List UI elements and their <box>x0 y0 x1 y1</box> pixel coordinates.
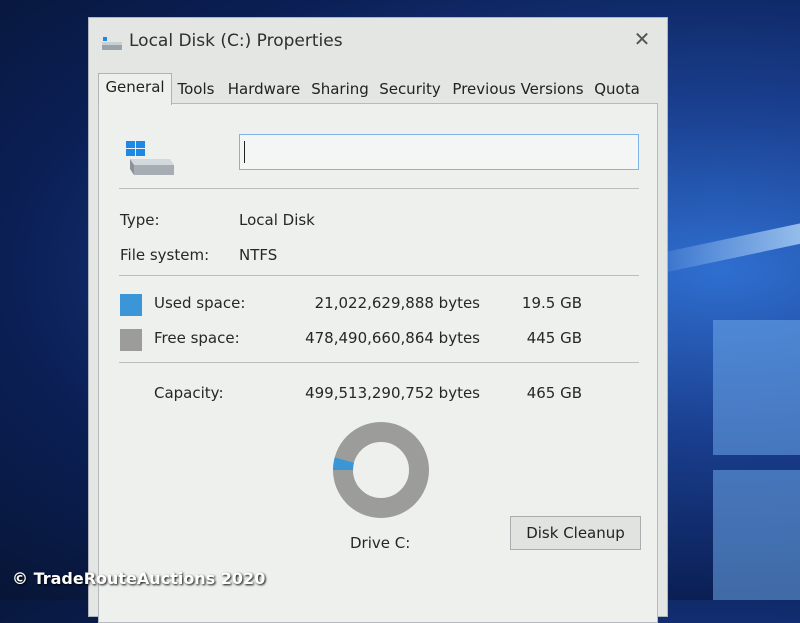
divider <box>119 275 639 276</box>
drive-icon <box>126 141 174 175</box>
desktop-logo-pane <box>713 470 800 600</box>
properties-dialog: Local Disk (C:) Properties ✕ General Too… <box>88 17 668 623</box>
tab-previous-versions[interactable]: Previous Versions <box>448 76 588 103</box>
divider <box>119 362 639 363</box>
capacity-bytes: 499,513,290,752 bytes <box>305 384 480 402</box>
free-space-bytes: 478,490,660,864 bytes <box>305 329 480 347</box>
free-space-label: Free space: <box>154 329 240 347</box>
text-caret <box>244 141 245 163</box>
disk-usage-donut <box>333 422 429 518</box>
desktop-logo-pane <box>713 320 800 455</box>
tab-sharing[interactable]: Sharing <box>309 76 371 103</box>
disk-cleanup-button[interactable]: Disk Cleanup <box>510 516 641 550</box>
general-tab-panel: Type: Local Disk File system: NTFS Used … <box>98 103 658 623</box>
free-space-ring <box>333 422 429 518</box>
tab-security[interactable]: Security <box>378 76 442 103</box>
free-space-size: 445 GB <box>526 329 582 347</box>
divider <box>119 188 639 189</box>
type-label: Type: <box>120 211 160 229</box>
window-title: Local Disk (C:) Properties <box>129 31 343 51</box>
tab-hardware[interactable]: Hardware <box>226 76 302 103</box>
watermark: © TradeRouteAuctions 2020 <box>12 569 266 588</box>
file-system-label: File system: <box>120 246 210 264</box>
drive-label: Drive C: <box>350 534 411 552</box>
used-space-swatch <box>120 294 142 316</box>
file-system-value: NTFS <box>239 246 278 264</box>
title-bar[interactable]: Local Disk (C:) Properties ✕ <box>89 18 667 68</box>
used-space-bytes: 21,022,629,888 bytes <box>314 294 480 312</box>
tab-tools[interactable]: Tools <box>174 76 218 103</box>
capacity-size: 465 GB <box>526 384 582 402</box>
used-space-label: Used space: <box>154 294 246 312</box>
free-space-swatch <box>120 329 142 351</box>
volume-label-input[interactable] <box>239 134 639 170</box>
tab-general[interactable]: General <box>98 73 172 105</box>
used-space-size: 19.5 GB <box>521 294 582 312</box>
close-icon[interactable]: ✕ <box>629 26 655 52</box>
tab-quota[interactable]: Quota <box>592 76 642 103</box>
capacity-label: Capacity: <box>154 384 224 402</box>
drive-icon <box>102 37 122 50</box>
type-value: Local Disk <box>239 211 315 229</box>
